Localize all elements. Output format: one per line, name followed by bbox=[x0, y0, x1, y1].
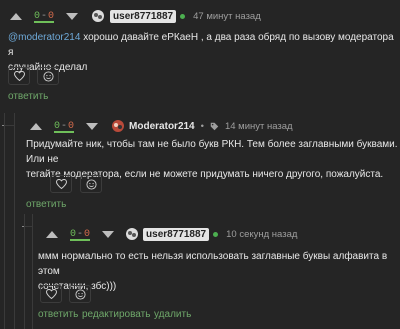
comment-header: 0 - 0 Moderator214 • 14 минут назад bbox=[30, 118, 293, 134]
rating-bar bbox=[34, 21, 55, 23]
heart-icon bbox=[13, 71, 25, 81]
online-indicator bbox=[213, 231, 219, 237]
username[interactable]: user8771887 bbox=[143, 227, 210, 241]
rating-positive: 0 bbox=[54, 120, 61, 132]
rating-negative: 0 bbox=[68, 120, 75, 132]
timestamp[interactable]: 14 минут назад bbox=[225, 121, 293, 132]
avatar[interactable] bbox=[126, 228, 139, 240]
avatar[interactable] bbox=[92, 10, 105, 22]
timestamp[interactable]: 10 секунд назад bbox=[226, 229, 297, 240]
comment-header: 0 - 0 user8771887 10 секунд назад bbox=[46, 226, 297, 242]
comment-body: ммм нормально то есть нельзя использоват… bbox=[38, 249, 398, 294]
downvote-button[interactable] bbox=[66, 12, 79, 20]
edit-link[interactable]: редактировать bbox=[82, 309, 150, 320]
more-icon[interactable]: • bbox=[201, 121, 204, 132]
comment-text-line: сочетании, збс))) bbox=[38, 281, 117, 292]
rating-positive: 0 bbox=[34, 10, 41, 22]
upvote-button[interactable] bbox=[46, 230, 58, 238]
thread-line bbox=[14, 113, 15, 329]
username[interactable]: user8771887 bbox=[110, 9, 177, 23]
comment-header: 0 - 0 user8771887 47 минут назад bbox=[10, 8, 261, 24]
avatar[interactable] bbox=[112, 120, 125, 132]
online-indicator bbox=[180, 13, 186, 19]
comment-text-line: Придумайте ник, чтобы там не было букв Р… bbox=[26, 139, 398, 165]
rating: 0 - 0 bbox=[32, 9, 56, 23]
rating-bar bbox=[54, 131, 75, 133]
emoji-icon bbox=[85, 178, 97, 190]
mention-link[interactable]: @moderator214 bbox=[8, 32, 80, 43]
thread-line bbox=[4, 113, 5, 329]
thread-branch bbox=[4, 125, 14, 126]
username[interactable]: Moderator214 bbox=[129, 121, 195, 132]
upvote-button[interactable] bbox=[30, 122, 42, 130]
heart-icon bbox=[45, 289, 57, 299]
emoji-icon bbox=[42, 70, 54, 82]
reaction-button[interactable] bbox=[69, 285, 91, 303]
comment-text-line: случайно сделал bbox=[8, 62, 88, 73]
downvote-button[interactable] bbox=[86, 122, 99, 130]
reaction-button[interactable] bbox=[80, 175, 102, 193]
rating-bar bbox=[70, 239, 91, 241]
like-button[interactable] bbox=[8, 67, 30, 85]
comment-text-line: ммм нормально то есть нельзя использоват… bbox=[38, 251, 388, 277]
rating: 0 - 0 bbox=[68, 227, 92, 241]
emoji-icon bbox=[74, 288, 86, 300]
reply-link[interactable]: ответить bbox=[38, 309, 78, 320]
thread-branch bbox=[24, 226, 32, 227]
like-button[interactable] bbox=[50, 175, 72, 193]
delete-link[interactable]: удалить bbox=[154, 309, 191, 320]
timestamp[interactable]: 47 минут назад bbox=[193, 11, 261, 22]
reply-link[interactable]: ответить bbox=[8, 91, 48, 102]
rating-negative: 0 bbox=[84, 228, 91, 240]
rating: 0 - 0 bbox=[52, 119, 76, 133]
heart-icon bbox=[55, 179, 67, 189]
downvote-button[interactable] bbox=[102, 230, 115, 238]
rating-separator: - bbox=[61, 120, 68, 132]
thread-line bbox=[24, 214, 25, 329]
like-button[interactable] bbox=[40, 285, 62, 303]
reaction-button[interactable] bbox=[37, 67, 59, 85]
upvote-button[interactable] bbox=[10, 12, 22, 20]
rating-separator: - bbox=[41, 10, 48, 22]
reply-link[interactable]: ответить bbox=[26, 199, 66, 210]
rating-positive: 0 bbox=[70, 228, 77, 240]
rating-separator: - bbox=[77, 228, 84, 240]
tag-icon bbox=[210, 122, 219, 130]
thread-line bbox=[32, 214, 33, 329]
comment-body: @moderator214 хорошо давайте еРКаеН , а … bbox=[8, 30, 398, 75]
rating-negative: 0 bbox=[48, 10, 55, 22]
